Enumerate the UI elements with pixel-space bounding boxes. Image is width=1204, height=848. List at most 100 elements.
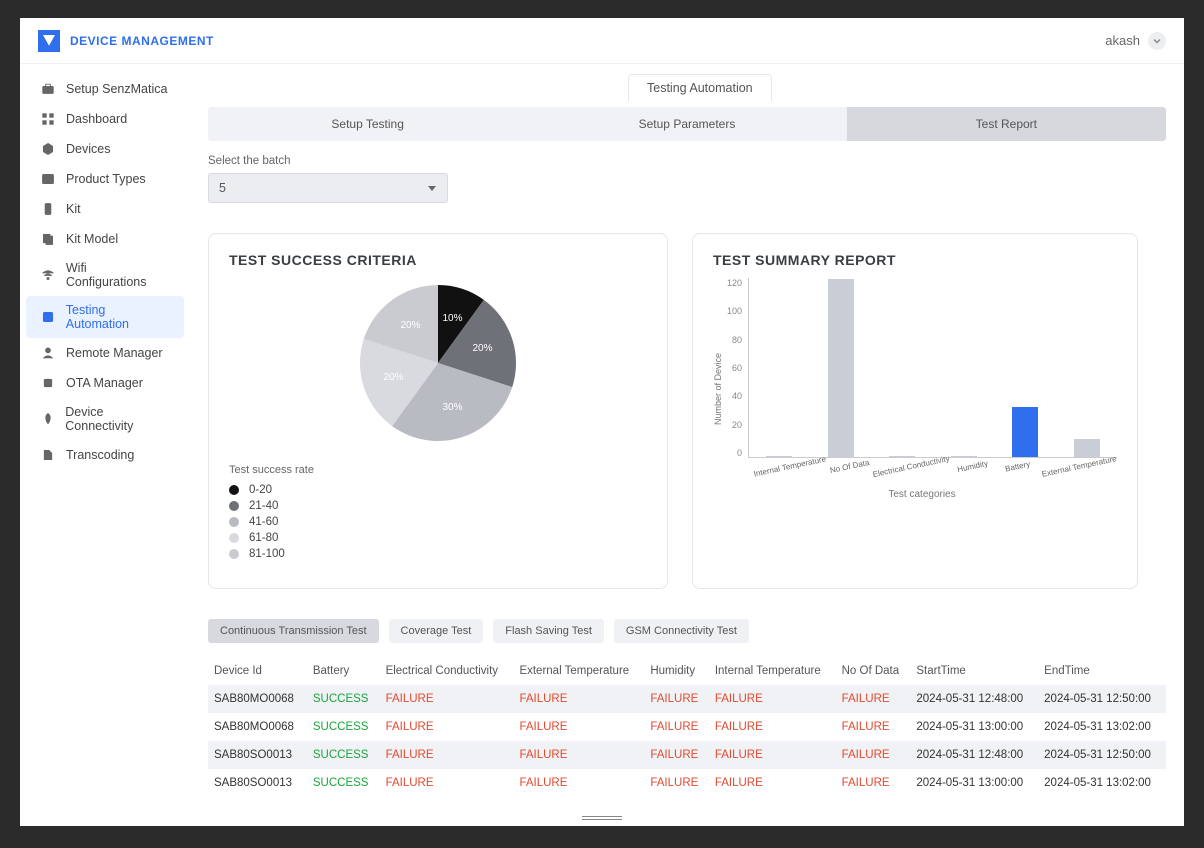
table-cell: FAILURE: [644, 769, 708, 797]
sidebar-item-dashboard[interactable]: Dashboard: [26, 104, 184, 134]
sidebar-item-label: Transcoding: [66, 448, 134, 462]
sidebar-item-label: Devices: [66, 142, 110, 156]
hex-icon: [40, 141, 56, 157]
drag-handle-icon[interactable]: [582, 816, 622, 822]
chevron-down-icon: [427, 183, 437, 193]
target-icon: [40, 309, 56, 325]
sidebar-item-remote-manager[interactable]: Remote Manager: [26, 338, 184, 368]
pie-slice-label: 30%: [442, 402, 462, 413]
card-title: TEST SUMMARY REPORT: [713, 252, 1117, 268]
legend-item: 41-60: [229, 516, 647, 528]
bar-chart: [748, 278, 1117, 458]
result-tab-coverage-test[interactable]: Coverage Test: [389, 619, 484, 643]
legend-label: 21-40: [249, 500, 278, 512]
batch-selector-block: Select the batch 5: [208, 155, 1166, 203]
sidebar-item-ota-manager[interactable]: OTA Manager: [26, 368, 184, 398]
table-row: SAB80SO0013SUCCESSFAILUREFAILUREFAILUREF…: [208, 769, 1166, 797]
sidebar-item-label: Product Types: [66, 172, 146, 186]
brand: DEVICE MANAGEMENT: [38, 30, 214, 52]
bar-category-label: No Of Data: [826, 457, 872, 475]
sidebar-item-label: Kit: [66, 202, 81, 216]
chip-icon: [40, 375, 56, 391]
table-cell: 2024-05-31 13:02:00: [1038, 713, 1166, 741]
column-header: Humidity: [644, 657, 708, 685]
table-cell: FAILURE: [836, 713, 911, 741]
table-cell: FAILURE: [513, 769, 644, 797]
subtab-bar: Setup TestingSetup ParametersTest Report: [208, 107, 1166, 141]
legend-item: 0-20: [229, 484, 647, 496]
result-tab-chips: Continuous Transmission Test Coverage Tes…: [208, 619, 1166, 643]
table-cell: FAILURE: [513, 741, 644, 769]
bar-column: [880, 456, 924, 457]
bar-category-label: Internal Temperature: [753, 454, 827, 478]
sidebar-item-product-types[interactable]: Product Types: [26, 164, 184, 194]
bar-column: [1004, 407, 1048, 457]
bar-rect: [889, 456, 915, 457]
bar-category-label: Humidity: [950, 457, 996, 475]
sidebar-item-wifi-configurations[interactable]: Wifi Configurations: [26, 254, 184, 296]
batch-select[interactable]: 5: [208, 173, 448, 203]
briefcase-icon: [40, 81, 56, 97]
table-cell: FAILURE: [709, 713, 836, 741]
sidebar-item-devices[interactable]: Devices: [26, 134, 184, 164]
table-cell: FAILURE: [709, 685, 836, 713]
sidebar-item-label: Kit Model: [66, 232, 118, 246]
table-cell: 2024-05-31 13:02:00: [1038, 769, 1166, 797]
table-cell: FAILURE: [644, 741, 708, 769]
result-tab-continuous-transmission-test[interactable]: Continuous Transmission Test: [208, 619, 379, 643]
result-tab-gsm-connectivity-test[interactable]: GSM Connectivity Test: [614, 619, 749, 643]
subtab-test-report[interactable]: Test Report: [847, 107, 1166, 141]
sidebar-item-transcoding[interactable]: Transcoding: [26, 440, 184, 470]
y-tick: 80: [732, 335, 742, 345]
table-cell: FAILURE: [380, 713, 514, 741]
sidebar-item-testing-automation[interactable]: Testing Automation: [26, 296, 184, 338]
bar-rect: [828, 279, 854, 457]
column-header: Battery: [307, 657, 380, 685]
sidebar-item-label: Remote Manager: [66, 346, 163, 360]
user-name: akash: [1105, 33, 1140, 48]
pie-chart: 10%20%30%20%20%: [353, 278, 523, 448]
grid-icon: [40, 111, 56, 127]
y-tick: 100: [727, 306, 742, 316]
wifi-icon: [40, 267, 56, 283]
sidebar-item-setup-senzmatica[interactable]: Setup SenzMatica: [26, 74, 184, 104]
y-axis-ticks: 120100806040200: [727, 278, 748, 458]
page-tab-testing-automation[interactable]: Testing Automation: [628, 74, 772, 101]
table-cell: 2024-05-31 12:48:00: [910, 741, 1038, 769]
table-cell: SAB80SO0013: [208, 769, 307, 797]
list-icon: [40, 171, 56, 187]
subtab-setup-parameters[interactable]: Setup Parameters: [527, 107, 846, 141]
table-cell: FAILURE: [836, 741, 911, 769]
pie-slice-label: 20%: [383, 372, 403, 383]
legend-item: 61-80: [229, 532, 647, 544]
table-row: SAB80MO0068SUCCESSFAILUREFAILUREFAILUREF…: [208, 685, 1166, 713]
card-test-summary-report: TEST SUMMARY REPORT Number of Device 120…: [692, 233, 1138, 589]
sidebar-item-label: Device Connectivity: [65, 405, 170, 433]
user-menu[interactable]: akash: [1105, 32, 1166, 50]
subtab-setup-testing[interactable]: Setup Testing: [208, 107, 527, 141]
y-tick: 20: [732, 420, 742, 430]
column-header: StartTime: [910, 657, 1038, 685]
result-tab-flash-saving-test[interactable]: Flash Saving Test: [493, 619, 604, 643]
y-tick: 0: [737, 448, 742, 458]
legend-swatch-icon: [229, 485, 239, 495]
logo-icon: [38, 30, 60, 52]
legend-title: Test success rate: [229, 464, 647, 476]
sidebar-item-label: Dashboard: [66, 112, 127, 126]
table-body: SAB80MO0068SUCCESSFAILUREFAILUREFAILUREF…: [208, 685, 1166, 797]
table-cell: SUCCESS: [307, 769, 380, 797]
legend-label: 81-100: [249, 548, 285, 560]
table-row: SAB80SO0013SUCCESSFAILUREFAILUREFAILUREF…: [208, 741, 1166, 769]
column-header: Electrical Conductivity: [380, 657, 514, 685]
table-cell: SAB80SO0013: [208, 741, 307, 769]
table-cell: 2024-05-31 12:48:00: [910, 685, 1038, 713]
table-cell: FAILURE: [709, 769, 836, 797]
sidebar-item-kit-model[interactable]: Kit Model: [26, 224, 184, 254]
table-cell: FAILURE: [644, 685, 708, 713]
bar-column: [819, 279, 863, 457]
sidebar-item-device-connectivity[interactable]: Device Connectivity: [26, 398, 184, 440]
sidebar-item-kit[interactable]: Kit: [26, 194, 184, 224]
table-cell: SAB80MO0068: [208, 685, 307, 713]
y-tick: 60: [732, 363, 742, 373]
legend-item: 21-40: [229, 500, 647, 512]
